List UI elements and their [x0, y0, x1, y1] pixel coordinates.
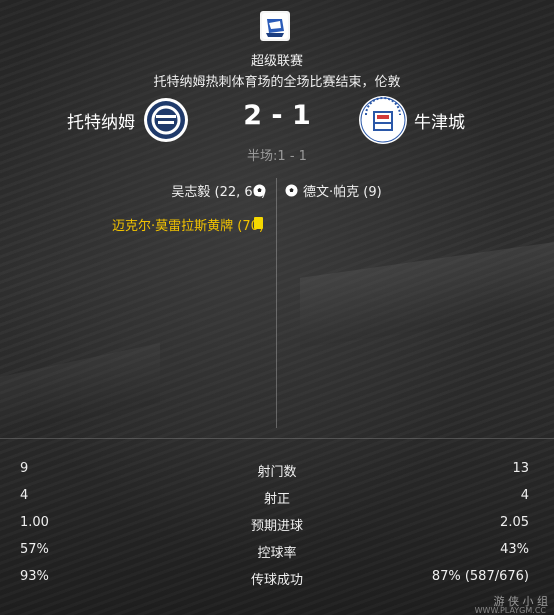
stat-label: 预期进球 [250, 519, 303, 534]
home-goal-scorer[interactable]: 吴志毅 (22, 66) [171, 181, 266, 200]
competition-name[interactable]: 超级联赛 [0, 50, 554, 69]
stat-away-value: 4 [520, 488, 529, 503]
watermark-site: WWW.PLAYGM.CC [474, 606, 546, 615]
stat-row-shots-on-target: 4 射正 4 [0, 483, 554, 510]
stat-label: 射门数 [257, 465, 297, 480]
stat-row-pass-completion: 93% 传球成功 87% (587/676) [0, 564, 554, 591]
stat-row-possession: 57% 控球率 43% [0, 537, 554, 564]
stat-row-shots: 9 射门数 13 [0, 456, 554, 483]
stat-label: 控球率 [257, 546, 297, 561]
stats-divider [0, 438, 554, 439]
stat-label: 射正 [263, 492, 290, 507]
halftime-score: 半场:1 - 1 [247, 149, 307, 164]
home-team-name[interactable]: 托特纳姆 [67, 108, 135, 133]
away-team-crest-icon[interactable] [358, 95, 408, 145]
yellow-card-icon [254, 217, 263, 229]
stat-away-value: 87% (587/676) [431, 569, 529, 584]
stat-away-value: 2.05 [500, 515, 529, 530]
match-score: 2 - 1 [243, 100, 311, 131]
away-team-name[interactable]: 牛津城 [414, 108, 465, 133]
premier-league-logo-icon[interactable] [260, 11, 290, 41]
stat-away-value: 13 [512, 461, 529, 476]
football-icon [253, 182, 266, 197]
football-icon [285, 182, 298, 197]
home-team-crest-icon[interactable] [143, 97, 189, 143]
home-card-event[interactable]: 迈克尔·莫雷拉斯黄牌 (70) [112, 215, 264, 234]
stat-away-value: 43% [500, 542, 529, 557]
away-goal-scorer[interactable]: 德文·帕克 (9) [303, 181, 382, 200]
match-description: 托特纳姆热刺体育场的全场比赛结束，伦敦 [153, 75, 401, 90]
match-stats-table: 9 射门数 13 4 射正 4 1.00 预期进球 2.05 57% 控球率 4… [0, 456, 554, 591]
stat-row-expected-goals: 1.00 预期进球 2.05 [0, 510, 554, 537]
center-divider [276, 178, 277, 428]
